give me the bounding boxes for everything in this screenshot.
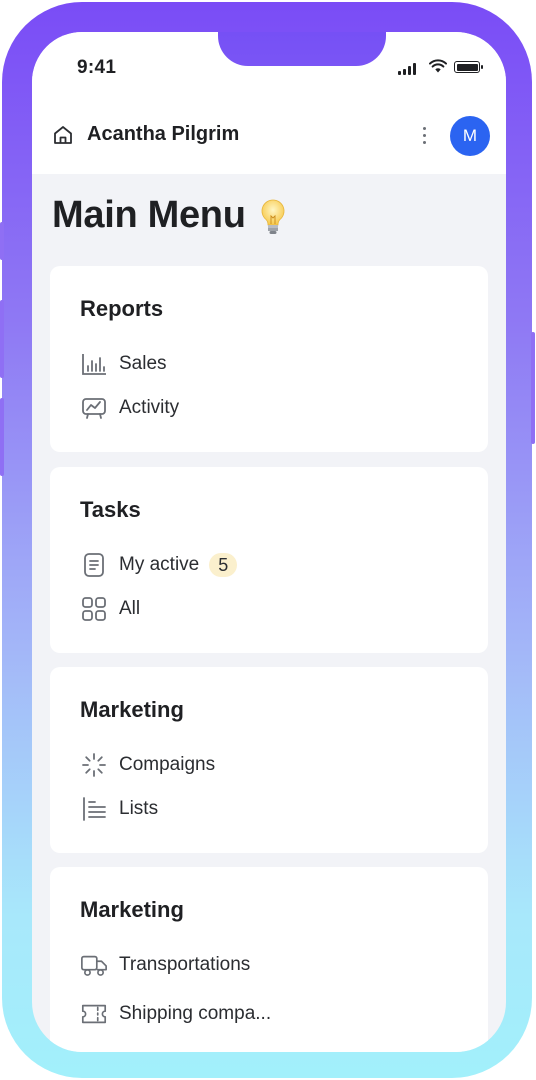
- menu-item-label: Activity: [119, 397, 180, 418]
- section-title: Marketing: [80, 697, 184, 722]
- section-title: Reports: [80, 296, 164, 321]
- activity-chart-icon: [82, 398, 106, 419]
- menu-item-activity[interactable]: Activity: [80, 394, 179, 422]
- battery-icon: [454, 61, 483, 73]
- loader-icon: [82, 753, 106, 777]
- more-options-icon[interactable]: [414, 123, 434, 147]
- bar-chart-icon: [82, 354, 106, 375]
- menu-item-lists[interactable]: Lists: [80, 795, 158, 823]
- menu-item-shipping-companies[interactable]: Shipping compa...: [80, 1000, 271, 1028]
- section-title: Marketing: [80, 897, 184, 922]
- menu-item-compaigns[interactable]: Compaigns: [80, 751, 215, 779]
- menu-item-label: Shipping compa...: [119, 1003, 272, 1024]
- section-card-marketing-2: Marketing Transportations Shipping compa…: [50, 867, 488, 1052]
- menu-item-label: My active: [119, 554, 200, 575]
- side-button-silent: [0, 222, 4, 260]
- page-title: Main Menu: [52, 194, 286, 237]
- page-title-text: Main Menu: [52, 194, 246, 236]
- side-button-volume-up: [0, 300, 4, 378]
- status-time: 9:41: [77, 57, 117, 78]
- menu-item-sales[interactable]: Sales: [80, 350, 167, 378]
- document-icon: [84, 553, 104, 577]
- avatar[interactable]: M: [450, 116, 490, 156]
- home-icon[interactable]: [52, 124, 74, 146]
- menu-item-label: Sales: [119, 353, 167, 374]
- truck-icon: [81, 955, 107, 976]
- grid-icon: [82, 597, 106, 621]
- list-icon: [83, 797, 106, 821]
- notch: [218, 32, 386, 66]
- side-button-power: [531, 332, 535, 444]
- menu-item-my-active[interactable]: My active 5: [80, 551, 238, 579]
- app-title: Acantha Pilgrim: [87, 123, 240, 145]
- signal-icon: [398, 63, 416, 75]
- count-badge: 5: [209, 553, 238, 577]
- ticket-icon: [81, 1004, 107, 1024]
- section-card-tasks: Tasks My active 5 All: [50, 467, 488, 653]
- menu-item-label: All: [119, 598, 141, 619]
- menu-item-all[interactable]: All: [80, 595, 140, 623]
- menu-item-label: Compaigns: [119, 754, 216, 775]
- menu-item-transportations[interactable]: Transportations: [80, 951, 250, 979]
- section-card-marketing: Marketing Compaigns Lists: [50, 667, 488, 853]
- section-card-reports: Reports Sales Activity: [50, 266, 488, 452]
- menu-item-label: Transportations: [119, 954, 251, 975]
- app-header: Acantha Pilgrim M: [32, 104, 506, 174]
- lightbulb-icon: [261, 199, 285, 234]
- section-title: Tasks: [80, 497, 141, 522]
- wifi-icon: [429, 59, 447, 73]
- menu-item-label: Lists: [119, 798, 159, 819]
- phone-screen: 9:41 Acantha Pilgrim M Main Menu Reports…: [32, 32, 506, 1052]
- side-button-volume-down: [0, 398, 4, 476]
